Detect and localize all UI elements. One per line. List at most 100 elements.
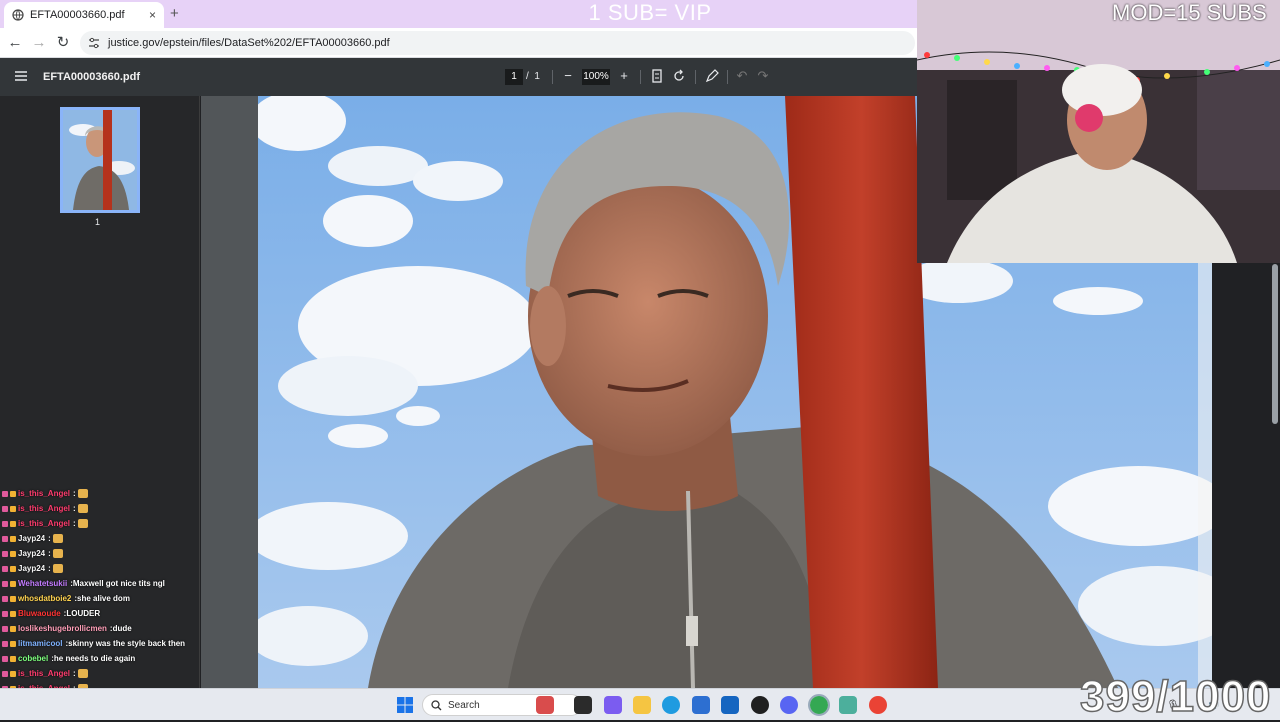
redo-icon[interactable]: ↷: [755, 68, 771, 84]
zoom-out-button[interactable]: −: [560, 68, 576, 84]
tab-close-icon[interactable]: ×: [149, 8, 156, 22]
chat-text: LOUDER: [66, 609, 101, 618]
zoom-in-button[interactable]: +: [616, 68, 632, 84]
chat-badge-icon: [2, 550, 8, 557]
chat-username[interactable]: litmamicool: [18, 639, 62, 648]
chat-badge-icon: [10, 580, 16, 587]
site-info-icon[interactable]: [88, 37, 100, 49]
chat-message: Wehatetsukii: Maxwell got nice tits ngl: [2, 576, 202, 591]
rotate-icon[interactable]: [671, 68, 687, 84]
chat-separator: :: [48, 549, 51, 558]
menu-icon[interactable]: [15, 70, 27, 82]
pdf-toolbar: EFTA00003660.pdf 1 / 1 − 100% + ↶ ↷: [0, 58, 920, 96]
chat-message: is_this_Angel:: [2, 486, 202, 501]
chat-separator: :: [73, 519, 76, 528]
chat-badge-icon: [2, 490, 8, 497]
fit-page-icon[interactable]: [649, 68, 665, 84]
discord-icon[interactable]: [780, 696, 798, 714]
sub-goal-counter: 399/1000: [1079, 671, 1272, 722]
chat-username[interactable]: Jayp24: [18, 534, 45, 543]
new-tab-button[interactable]: +: [170, 5, 179, 22]
chat-badge-icon: [2, 655, 8, 662]
chat-username[interactable]: whosdatboie2: [18, 594, 71, 603]
chat-emote-icon: [52, 534, 63, 543]
scrollbar-thumb[interactable]: [1272, 264, 1278, 424]
page-total: / 1: [526, 71, 540, 82]
task-view-icon[interactable]: [574, 696, 592, 714]
chat-badge-icon: [10, 550, 16, 557]
chat-username[interactable]: loslikeshugebrollicmen: [18, 624, 107, 633]
windows-start-icon[interactable]: [396, 696, 414, 714]
thumbnail-photo: [63, 110, 137, 210]
chat-separator: :: [48, 564, 51, 573]
zoom-input[interactable]: 100%: [582, 69, 610, 85]
chat-username[interactable]: Jayp24: [18, 564, 45, 573]
divider: [695, 70, 696, 84]
chat-separator: :: [73, 504, 76, 513]
url-text: justice.gov/epstein/files/DataSet%202/EF…: [108, 37, 390, 49]
chat-separator: :: [73, 489, 76, 498]
chat-username[interactable]: is_this_Angel: [18, 669, 70, 678]
chat-username[interactable]: is_this_Angel: [18, 504, 70, 513]
chat-separator: :: [48, 534, 51, 543]
obs-icon[interactable]: [751, 696, 769, 714]
taskbar-search-placeholder: Search: [448, 699, 480, 711]
chrome-profile-icon[interactable]: [869, 696, 887, 714]
url-field[interactable]: justice.gov/epstein/files/DataSet%202/EF…: [80, 31, 915, 55]
address-bar: ← → ↻ justice.gov/epstein/files/DataSet%…: [0, 28, 920, 58]
chat-badge-icon: [2, 565, 8, 572]
chat-username[interactable]: cobebel: [18, 654, 48, 663]
chat-emote-icon: [52, 564, 63, 573]
annotate-pen-icon[interactable]: [704, 68, 720, 84]
reload-icon[interactable]: ↻: [54, 34, 72, 52]
chat-badge-icon: [2, 520, 8, 527]
back-arrow-icon[interactable]: ←: [6, 34, 24, 52]
chat-badge-icon: [10, 535, 16, 542]
mod-overlay-text: MOD=15 SUBS: [1112, 0, 1267, 25]
chat-username[interactable]: Wehatetsukii: [18, 579, 67, 588]
globe-icon: [12, 9, 24, 21]
notepad-icon[interactable]: [839, 696, 857, 714]
page-thumbnail[interactable]: [60, 107, 140, 213]
webcam-overlay: [917, 0, 1280, 263]
chat-username[interactable]: is_this_Angel: [18, 489, 70, 498]
store-icon[interactable]: [692, 696, 710, 714]
chat-message: Jayp24:: [2, 561, 202, 576]
page-number-input[interactable]: 1: [505, 69, 523, 85]
chat-badge-icon: [2, 625, 8, 632]
chat-text: dude: [112, 624, 132, 633]
chat-badge-icon: [10, 520, 16, 527]
file-explorer-icon[interactable]: [633, 696, 651, 714]
chat-username[interactable]: Bluwaoude: [18, 609, 61, 618]
chat-badge-icon: [10, 625, 16, 632]
forward-arrow-icon[interactable]: →: [30, 34, 48, 52]
chat-message: Bluwaoude: LOUDER: [2, 606, 202, 621]
chat-badge-icon: [10, 655, 16, 662]
chat-badge-icon: [2, 595, 8, 602]
chat-text: skinny was the style back then: [68, 639, 186, 648]
chat-message: is_this_Angel:: [2, 666, 202, 681]
edge-icon[interactable]: [662, 696, 680, 714]
chat-emote-icon: [52, 549, 63, 558]
taskbar-search[interactable]: Search: [422, 694, 582, 716]
chat-badge-icon: [10, 610, 16, 617]
undo-icon[interactable]: ↶: [734, 68, 750, 84]
divider: [727, 70, 728, 84]
divider: [640, 70, 641, 84]
chat-badge-icon: [10, 505, 16, 512]
chat-message: litmamicool: skinny was the style back t…: [2, 636, 202, 651]
chat-username[interactable]: Jayp24: [18, 549, 45, 558]
chrome-icon[interactable]: [808, 694, 830, 716]
vip-overlay-text: 1 SUB= VIP: [588, 0, 712, 25]
tab-active[interactable]: EFTA00003660.pdf ×: [4, 2, 164, 28]
chat-username[interactable]: is_this_Angel: [18, 519, 70, 528]
search-icon: [431, 699, 442, 710]
pdf-title: EFTA00003660.pdf: [43, 71, 141, 83]
chat-emote-icon: [77, 504, 88, 513]
webcam-feed: [917, 0, 1280, 263]
tab-title: EFTA00003660.pdf: [30, 9, 125, 21]
copilot-icon[interactable]: [604, 696, 622, 714]
gift-widget-icon[interactable]: [536, 696, 554, 714]
chat-message: Jayp24:: [2, 531, 202, 546]
outlook-icon[interactable]: [721, 696, 739, 714]
